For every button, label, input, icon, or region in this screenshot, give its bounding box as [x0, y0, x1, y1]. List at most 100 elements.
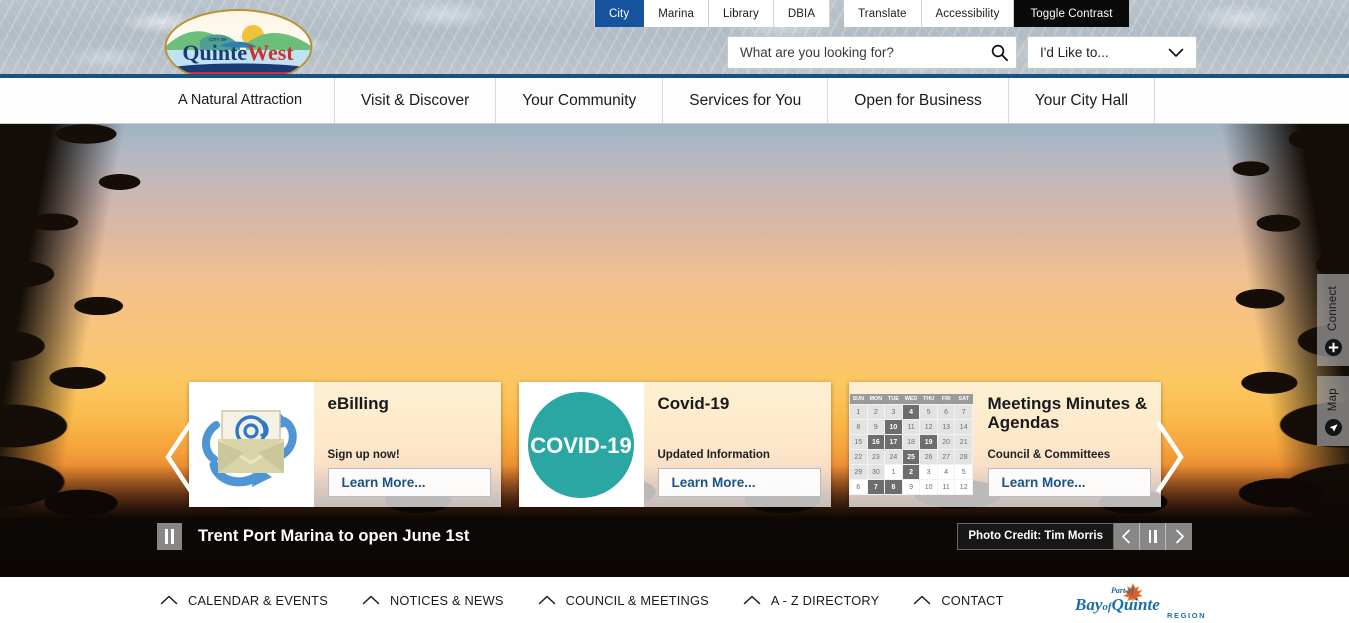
footer-link-label: CALENDAR & EVENTS: [188, 592, 328, 608]
nav-item-your-community[interactable]: Your Community: [496, 78, 664, 123]
footer-link-label: CONTACT: [941, 592, 1004, 608]
card-learn-more-button[interactable]: Learn More...: [327, 468, 491, 497]
calendar-day[interactable]: 8: [849, 419, 868, 435]
footer-link-council-meetings[interactable]: COUNCIL & MEETINGS: [538, 593, 709, 608]
calendar-day[interactable]: 18: [901, 434, 921, 450]
utility-tab-city[interactable]: City: [594, 0, 645, 27]
side-tab-connect[interactable]: Connect: [1317, 274, 1349, 366]
calendar-day-highlighted[interactable]: 16: [866, 434, 886, 450]
footer-link-calendar-events[interactable]: CALENDAR & EVENTS: [160, 593, 328, 608]
calendar-day[interactable]: 3: [884, 404, 903, 420]
calendar-day[interactable]: 24: [884, 449, 903, 465]
calendar-day[interactable]: 21: [954, 434, 973, 450]
calendar-day[interactable]: 2: [866, 404, 886, 420]
calendar-week-row: 1234567: [849, 404, 973, 420]
hero-card-covid19[interactable]: COVID-19 Covid-19 Updated Information Le…: [518, 382, 831, 507]
card-image: SUN MON TUE WED THU FRI SAT 1 2 3 4 5 6 7 8 9 10 11 12 13 14…: [849, 382, 974, 507]
calendar-day[interactable]: 5: [954, 464, 973, 480]
footer-link-notices-news[interactable]: NOTICES & NEWS: [362, 593, 504, 608]
chevron-up-icon: [362, 595, 380, 605]
nav-item-your-city-hall[interactable]: Your City Hall: [1009, 78, 1156, 123]
calendar-day[interactable]: 28: [954, 449, 973, 465]
calendar-day[interactable]: 5: [919, 404, 938, 420]
nav-item-services-for-you[interactable]: Services for You: [663, 78, 829, 123]
chevron-up-icon: [914, 595, 931, 605]
email-envelope-icon: [202, 409, 297, 487]
footer-link-a-z-directory[interactable]: A - Z DIRECTORY: [743, 593, 879, 608]
carousel-next-button[interactable]: [1149, 420, 1191, 494]
search-input[interactable]: [728, 45, 1016, 60]
calendar-day-highlighted[interactable]: 25: [901, 449, 921, 465]
utility-tab-accessibility[interactable]: Accessibility: [921, 0, 1015, 27]
ilike-to-dropdown[interactable]: I'd Like to...: [1027, 36, 1197, 69]
hero-card-meetings[interactable]: SUN MON TUE WED THU FRI SAT 1 2 3 4 5 6 7 8 9 10 11 12 13 14…: [848, 382, 1161, 507]
calendar-day-highlighted[interactable]: 17: [884, 434, 903, 450]
calendar-day-highlighted[interactable]: 10: [884, 419, 903, 435]
calendar-day[interactable]: 13: [936, 419, 956, 435]
calendar-day[interactable]: 14: [954, 419, 973, 435]
side-tab-label: Connect: [1327, 286, 1339, 331]
calendar-day[interactable]: 26: [919, 449, 938, 465]
calendar-day[interactable]: 12: [919, 419, 938, 435]
calendar-day[interactable]: 10: [919, 479, 938, 495]
utility-tab-label: Toggle Contrast: [1030, 7, 1113, 20]
calendar-day[interactable]: 27: [936, 449, 956, 465]
calendar-day[interactable]: 11: [901, 419, 921, 435]
side-tab-map[interactable]: Map: [1317, 375, 1349, 447]
utility-tab-library[interactable]: Library: [708, 0, 774, 27]
footer-link-label: NOTICES & NEWS: [389, 592, 504, 608]
calendar-day[interactable]: 15: [849, 434, 868, 450]
caption-pause-button[interactable]: [1140, 522, 1166, 550]
calendar-day[interactable]: 9: [866, 419, 886, 435]
pause-icon-bar: [165, 528, 168, 544]
search-box[interactable]: [727, 36, 1017, 69]
chevron-right-icon: [1175, 529, 1184, 543]
nav-item-label: Open for Business: [854, 91, 982, 109]
calendar-day-highlighted[interactable]: 19: [919, 434, 938, 450]
calendar-day[interactable]: 1: [884, 464, 903, 480]
calendar-day[interactable]: 22: [849, 449, 868, 465]
calendar-day[interactable]: 9: [901, 479, 921, 495]
caption-next-button[interactable]: [1166, 522, 1192, 550]
card-learn-more-button[interactable]: Learn More...: [987, 468, 1151, 497]
calendar-day[interactable]: 12: [954, 479, 973, 495]
calendar-weekday: MON: [867, 394, 885, 405]
logo-text-cityof: CITY OF: [209, 37, 227, 42]
footer-link-contact[interactable]: CONTACT: [913, 593, 1003, 608]
calendar-day-highlighted[interactable]: 2: [901, 464, 921, 480]
calendar-day-highlighted[interactable]: 4: [901, 404, 921, 420]
calendar-week-row: 15 16 17 18 19 20 21: [849, 434, 973, 450]
nav-item-open-for-business[interactable]: Open for Business: [828, 78, 1009, 123]
carousel-prev-button[interactable]: [158, 420, 200, 494]
utility-tab-marina[interactable]: Marina: [644, 0, 709, 27]
carousel-pause-button[interactable]: [157, 522, 182, 550]
calendar-weekday: SAT: [954, 394, 973, 405]
calendar-day[interactable]: 6: [936, 404, 956, 420]
calendar-day[interactable]: 20: [936, 434, 956, 450]
utility-tab-label: City: [609, 7, 630, 20]
pause-icon-bar: [171, 528, 174, 544]
calendar-day[interactable]: 30: [866, 464, 886, 480]
calendar-day[interactable]: 29: [849, 464, 868, 480]
bay-of-quinte-logo[interactable]: Part of BayofQuinte REGION: [1071, 580, 1209, 620]
calendar-day[interactable]: 7: [954, 404, 973, 420]
calendar-day[interactable]: 1: [849, 404, 868, 420]
calendar-day[interactable]: 3: [919, 464, 938, 480]
calendar-day-highlighted[interactable]: 8: [884, 479, 903, 495]
calendar-day[interactable]: 4: [936, 464, 956, 480]
utility-tab-toggle-contrast[interactable]: Toggle Contrast: [1014, 0, 1129, 27]
hero-carousel: eBilling Sign up now! Learn More... COVI…: [0, 124, 1349, 577]
hero-card-ebilling[interactable]: eBilling Sign up now! Learn More...: [188, 382, 501, 507]
search-icon[interactable]: [989, 43, 1009, 63]
utility-tab-translate[interactable]: Translate: [844, 0, 922, 27]
utility-tab-dbia[interactable]: DBIA: [773, 0, 831, 27]
calendar-day[interactable]: 23: [866, 449, 886, 465]
utility-tab-label: Translate: [858, 7, 907, 20]
caption-prev-button[interactable]: [1114, 522, 1140, 550]
card-learn-more-button[interactable]: Learn More...: [657, 468, 821, 497]
calendar-day[interactable]: 11: [936, 479, 956, 495]
calendar-day[interactable]: 6: [849, 479, 868, 495]
nav-item-visit-discover[interactable]: Visit & Discover: [335, 78, 497, 123]
calendar-day-highlighted[interactable]: 7: [866, 479, 886, 495]
site-logo[interactable]: QuinteWest CITY OF: [160, 6, 317, 74]
